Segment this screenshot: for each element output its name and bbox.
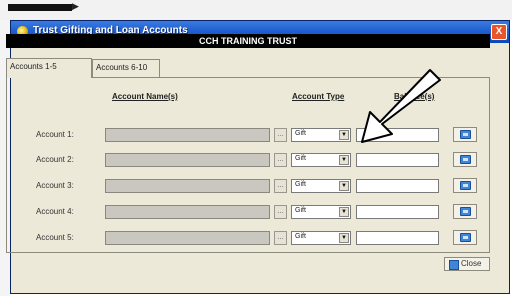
tab-accounts-1-5[interactable]: Accounts 1-5	[6, 58, 92, 78]
ellipsis-icon: …	[277, 208, 284, 215]
toolbar-fragment	[8, 4, 72, 11]
account-balance-field[interactable]	[356, 231, 439, 245]
chevron-down-icon[interactable]: ▼	[339, 207, 349, 217]
notes-icon	[460, 130, 471, 139]
trust-name-banner: CCH TRAINING TRUST	[6, 34, 490, 48]
account-type-select[interactable]: Gift ▼	[291, 128, 351, 142]
account-name-field[interactable]	[105, 153, 270, 167]
tab-accounts-6-10[interactable]: Accounts 6-10	[92, 59, 160, 77]
notes-icon	[460, 155, 471, 164]
account-name-field[interactable]	[105, 205, 270, 219]
chevron-down-icon[interactable]: ▼	[339, 155, 349, 165]
desktop-top-strip: ▶	[0, 0, 512, 20]
account-notes-button[interactable]	[453, 230, 477, 245]
account-name-field[interactable]	[105, 179, 270, 193]
ellipsis-icon: …	[277, 131, 284, 138]
ellipsis-icon: …	[277, 182, 284, 189]
account-name-field[interactable]	[105, 231, 270, 245]
ellipsis-icon: …	[277, 234, 284, 241]
account-lookup-button[interactable]: …	[274, 153, 287, 167]
account-row-label: Account 2:	[36, 155, 74, 164]
account-lookup-button[interactable]: …	[274, 231, 287, 245]
account-lookup-button[interactable]: …	[274, 128, 287, 142]
account-type-value: Gift	[295, 233, 306, 240]
account-balance-field[interactable]	[356, 128, 439, 142]
chevron-down-icon[interactable]: ▼	[339, 233, 349, 243]
account-lookup-button[interactable]: …	[274, 179, 287, 193]
ellipsis-icon: …	[277, 156, 284, 163]
close-button-label: Close	[461, 259, 482, 268]
account-balance-field[interactable]	[356, 205, 439, 219]
account-row-label: Account 1:	[36, 130, 74, 139]
account-type-select[interactable]: Gift ▼	[291, 153, 351, 167]
notes-icon	[460, 233, 471, 242]
column-header-account-type: Account Type	[292, 92, 345, 101]
chevron-down-icon[interactable]: ▼	[339, 181, 349, 191]
account-notes-button[interactable]	[453, 152, 477, 167]
notes-icon	[460, 207, 471, 216]
account-row-label: Account 3:	[36, 181, 74, 190]
close-button[interactable]: Close	[444, 257, 490, 271]
cursor-icon: ▶	[72, 1, 79, 11]
door-icon	[449, 260, 459, 270]
account-notes-button[interactable]	[453, 178, 477, 193]
account-type-value: Gift	[295, 130, 306, 137]
account-name-field[interactable]	[105, 128, 270, 142]
column-header-account-name: Account Name(s)	[112, 92, 178, 101]
account-type-select[interactable]: Gift ▼	[291, 205, 351, 219]
account-balance-field[interactable]	[356, 179, 439, 193]
account-notes-button[interactable]	[453, 204, 477, 219]
account-type-value: Gift	[295, 181, 306, 188]
account-row-label: Account 4:	[36, 207, 74, 216]
chevron-down-icon[interactable]: ▼	[339, 130, 349, 140]
account-type-select[interactable]: Gift ▼	[291, 231, 351, 245]
account-lookup-button[interactable]: …	[274, 205, 287, 219]
column-header-balance: Balance(s)	[394, 92, 435, 101]
window-close-button[interactable]: X	[491, 24, 507, 40]
account-notes-button[interactable]	[453, 127, 477, 142]
notes-icon	[460, 181, 471, 190]
account-row-label: Account 5:	[36, 233, 74, 242]
account-type-value: Gift	[295, 155, 306, 162]
account-type-value: Gift	[295, 207, 306, 214]
account-balance-field[interactable]	[356, 153, 439, 167]
account-type-select[interactable]: Gift ▼	[291, 179, 351, 193]
